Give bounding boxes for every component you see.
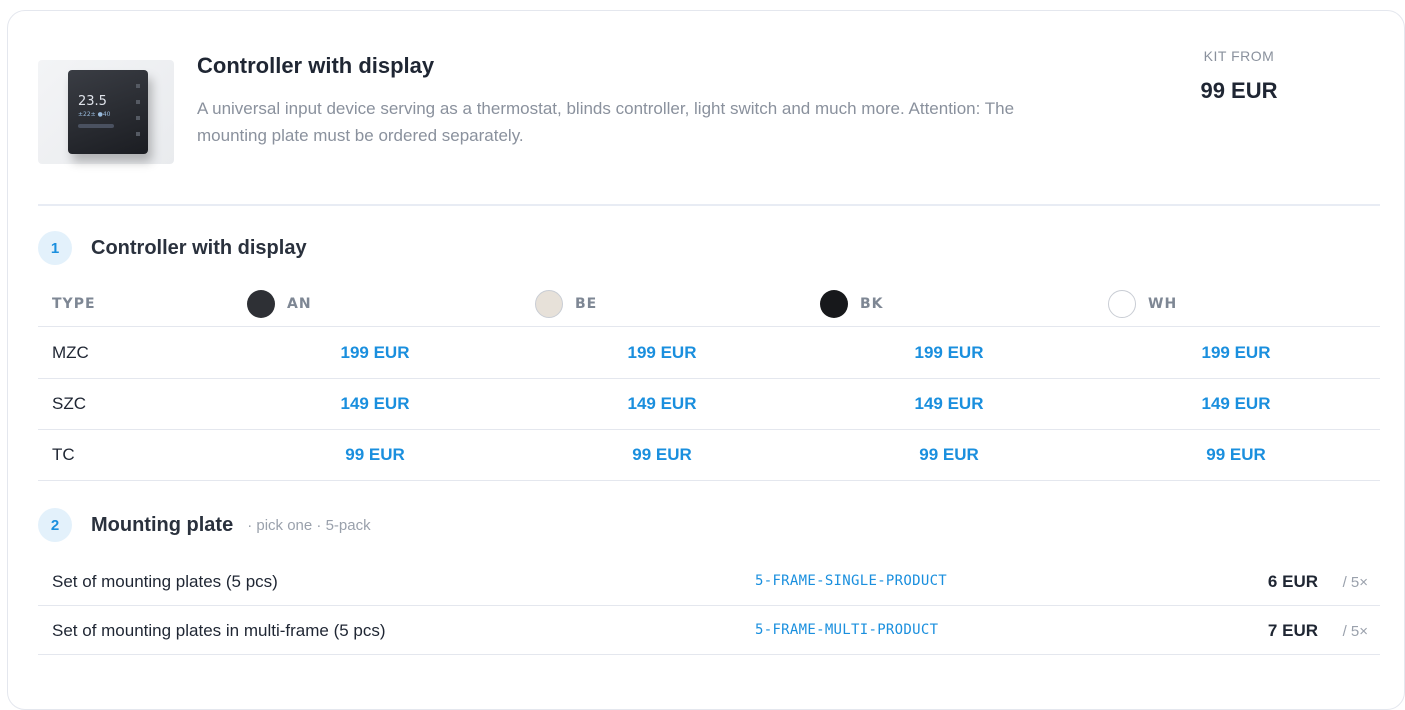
color-label: WH <box>1148 296 1178 312</box>
color-column-bk[interactable]: BK <box>820 290 884 318</box>
price-link[interactable]: 149 EUR <box>602 394 722 414</box>
price-link[interactable]: 199 EUR <box>1176 343 1296 363</box>
swatch-icon <box>535 290 563 318</box>
plate-name: Set of mounting plates in multi-frame (5… <box>52 621 386 640</box>
color-column-wh[interactable]: WH <box>1108 290 1177 318</box>
price-link[interactable]: 149 EUR <box>315 394 435 414</box>
device-temp: 23.5 <box>78 94 107 109</box>
swatch-icon <box>247 290 275 318</box>
device-illustration: 23.5 ±22± ●40 <box>68 70 148 154</box>
price-link[interactable]: 199 EUR <box>315 343 435 363</box>
price-link[interactable]: 99 EUR <box>602 445 722 465</box>
plate-qty: / 5× <box>1342 623 1368 640</box>
table-header: TYPE AN BE BK WH <box>38 282 1380 327</box>
device-sub: ±22± ●40 <box>78 111 111 118</box>
section-subtitle: · pick one · 5-pack <box>247 516 371 534</box>
price-link[interactable]: 199 EUR <box>889 343 1009 363</box>
swatch-icon <box>1108 290 1136 318</box>
color-column-be[interactable]: BE <box>535 290 597 318</box>
color-label: BE <box>575 296 598 312</box>
kit-price: 99 EUR <box>1200 78 1278 103</box>
product-description: A universal input device serving as a th… <box>197 99 1015 145</box>
product-title: Controller with display <box>197 53 435 78</box>
row-type: TC <box>52 445 75 464</box>
plate-price: 7 EUR <box>1267 621 1318 640</box>
row-type: MZC <box>52 343 89 362</box>
plate-price: 6 EUR <box>1267 572 1318 591</box>
price-link[interactable]: 149 EUR <box>1176 394 1296 414</box>
price-link[interactable]: 99 EUR <box>315 445 435 465</box>
price-link[interactable]: 149 EUR <box>889 394 1009 414</box>
price-link[interactable]: 199 EUR <box>602 343 722 363</box>
table-row-szc: SZC 149 EUR 149 EUR 149 EUR 149 EUR <box>38 379 1380 430</box>
product-image: 23.5 ±22± ●40 <box>38 60 174 164</box>
price-link[interactable]: 99 EUR <box>889 445 1009 465</box>
section-title: Mounting plate <box>91 513 234 536</box>
swatch-icon <box>820 290 848 318</box>
table-row-tc: TC 99 EUR 99 EUR 99 EUR 99 EUR <box>38 430 1380 481</box>
plate-code-link[interactable]: 5-FRAME-SINGLE-PRODUCT <box>755 573 947 589</box>
type-header: TYPE <box>52 296 96 312</box>
device-bar <box>78 124 114 128</box>
price-link[interactable]: 99 EUR <box>1176 445 1296 465</box>
color-column-an[interactable]: AN <box>247 290 312 318</box>
device-screen: 23.5 ±22± ●40 <box>78 80 118 136</box>
color-label: BK <box>860 296 884 312</box>
section-title: Controller with display <box>91 236 307 259</box>
plate-name: Set of mounting plates (5 pcs) <box>52 572 278 591</box>
plate-code-link[interactable]: 5-FRAME-MULTI-PRODUCT <box>755 622 938 638</box>
section-number: 1 <box>38 231 72 265</box>
header-divider <box>38 204 1380 206</box>
row-type: SZC <box>52 394 86 413</box>
table-row-mzc: MZC 199 EUR 199 EUR 199 EUR 199 EUR <box>38 328 1380 379</box>
section-number: 2 <box>38 508 72 542</box>
plate-row-multi[interactable]: Set of mounting plates in multi-frame (5… <box>38 607 1380 655</box>
section-1-header: 1 Controller with display <box>38 231 307 265</box>
plate-row-single[interactable]: Set of mounting plates (5 pcs) 5-FRAME-S… <box>38 558 1380 606</box>
plate-qty: / 5× <box>1342 574 1368 591</box>
section-2-header: 2 Mounting plate · pick one · 5-pack <box>38 508 371 542</box>
kit-label: KIT FROM <box>1203 48 1275 64</box>
device-buttons <box>136 84 140 136</box>
color-label: AN <box>287 296 312 312</box>
